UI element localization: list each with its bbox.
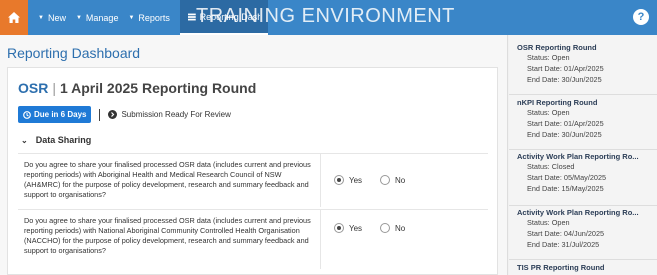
page-title: Reporting Dashboard <box>7 45 141 61</box>
sidebar-round-awp-2[interactable]: Activity Work Plan Reporting Ro... Statu… <box>509 208 657 260</box>
round-title[interactable]: Activity Work Plan Reporting Ro... <box>517 152 647 161</box>
clock-icon <box>23 110 31 119</box>
question-text: Do you agree to share your finalised pro… <box>24 160 311 199</box>
question-row: Do you agree to share your finalised pro… <box>18 209 488 269</box>
round-status: Status: Open <box>527 53 570 62</box>
round-title[interactable]: Activity Work Plan Reporting Ro... <box>517 208 647 217</box>
home-icon <box>8 12 20 23</box>
radio-yes-button[interactable] <box>334 223 344 233</box>
column-divider <box>320 210 321 269</box>
radio-yes[interactable]: Yes <box>334 175 362 185</box>
submission-status: Submission Ready For Review <box>108 110 231 119</box>
nav-manage-label: Manage <box>85 12 119 23</box>
round-start-date: Start Date: 01/Apr/2025 <box>527 64 604 73</box>
reporting-round-card: OSR | 1 April 2025 Reporting Round Due in … <box>7 67 498 275</box>
top-navigation-bar: ▼ New ▼ Manage ▼ Reports Reporting Dashb… <box>0 0 657 35</box>
round-start-date: Start Date: 04/Jun/2025 <box>527 229 605 238</box>
arrow-right-circle-icon <box>108 110 118 119</box>
round-end-date: End Date: 30/Jun/2025 <box>527 130 602 139</box>
nav-manage[interactable]: ▼ Manage <box>76 13 118 23</box>
radio-no-label: No <box>395 223 406 233</box>
round-end-date: End Date: 15/May/2025 <box>527 184 604 193</box>
sidebar-round-tis-pr[interactable]: TIS PR Reporting Round <box>509 263 657 275</box>
sidebar-round-nkpi[interactable]: nKPI Reporting Round Status: Open Start … <box>509 98 657 150</box>
nav-reports-label: Reports <box>138 12 170 23</box>
training-environment-watermark: TRAINING ENVIRONMENT <box>196 5 455 27</box>
radio-no-button[interactable] <box>380 175 390 185</box>
round-end-date: End Date: 31/Jul/2025 <box>527 240 600 249</box>
caret-down-icon: ▼ <box>38 14 44 21</box>
reporting-rounds-sidebar: OSR Reporting Round Status: Open Start D… <box>509 35 657 275</box>
status-row: Due in 6 Days Submission Ready For Revie… <box>18 106 231 123</box>
sidebar-round-osr[interactable]: OSR Reporting Round Status: Open Start D… <box>509 43 657 95</box>
radio-no-label: No <box>395 175 406 185</box>
round-status: Status: Open <box>527 108 570 117</box>
round-end-date: End Date: 30/Jun/2025 <box>527 75 602 84</box>
help-icon[interactable]: ? <box>633 9 649 25</box>
radio-yes-button[interactable] <box>334 175 344 185</box>
section-title: Data Sharing <box>35 135 92 145</box>
round-title[interactable]: TIS PR Reporting Round <box>517 263 647 272</box>
dashboard-icon <box>187 13 196 20</box>
caret-down-icon: ▼ <box>128 14 135 21</box>
chevron-down-icon: ⌄ <box>21 135 28 145</box>
round-title[interactable]: OSR Reporting Round <box>517 43 647 52</box>
question-row: Do you agree to share your finalised pro… <box>18 153 488 207</box>
round-status: Status: Closed <box>527 162 575 171</box>
round-prefix: OSR <box>18 80 49 96</box>
submission-status-label: Submission Ready For Review <box>121 110 231 119</box>
main-content: Reporting Dashboard OSR | 1 April 2025 Rep… <box>0 35 508 275</box>
nav-new-label: New <box>47 12 66 23</box>
nav-new[interactable]: ▼ New <box>38 13 66 23</box>
round-title: 1 April 2025 Reporting Round <box>59 80 257 96</box>
status-divider <box>99 108 101 121</box>
title-separator: | <box>52 80 56 96</box>
column-divider <box>320 154 321 207</box>
caret-down-icon: ▼ <box>75 14 82 21</box>
due-badge-label: Due in 6 Days <box>34 110 87 119</box>
radio-no[interactable]: No <box>380 223 405 233</box>
round-heading: OSR | 1 April 2025 Reporting Round <box>18 80 256 96</box>
section-data-sharing[interactable]: ⌄ Data Sharing <box>21 135 91 145</box>
radio-yes-label: Yes <box>349 223 363 233</box>
due-badge: Due in 6 Days <box>18 106 92 123</box>
home-button[interactable] <box>0 0 28 35</box>
round-title[interactable]: nKPI Reporting Round <box>517 98 647 107</box>
round-start-date: Start Date: 05/May/2025 <box>527 173 607 182</box>
radio-no[interactable]: No <box>380 175 405 185</box>
radio-yes-label: Yes <box>349 175 363 185</box>
question-text: Do you agree to share your finalised pro… <box>24 216 311 255</box>
round-start-date: Start Date: 01/Apr/2025 <box>527 119 604 128</box>
radio-yes[interactable]: Yes <box>334 223 362 233</box>
sidebar-round-awp-1[interactable]: Activity Work Plan Reporting Ro... Statu… <box>509 152 657 206</box>
round-status: Status: Open <box>527 218 570 227</box>
nav-reports[interactable]: ▼ Reports <box>128 13 169 23</box>
radio-no-button[interactable] <box>380 223 390 233</box>
